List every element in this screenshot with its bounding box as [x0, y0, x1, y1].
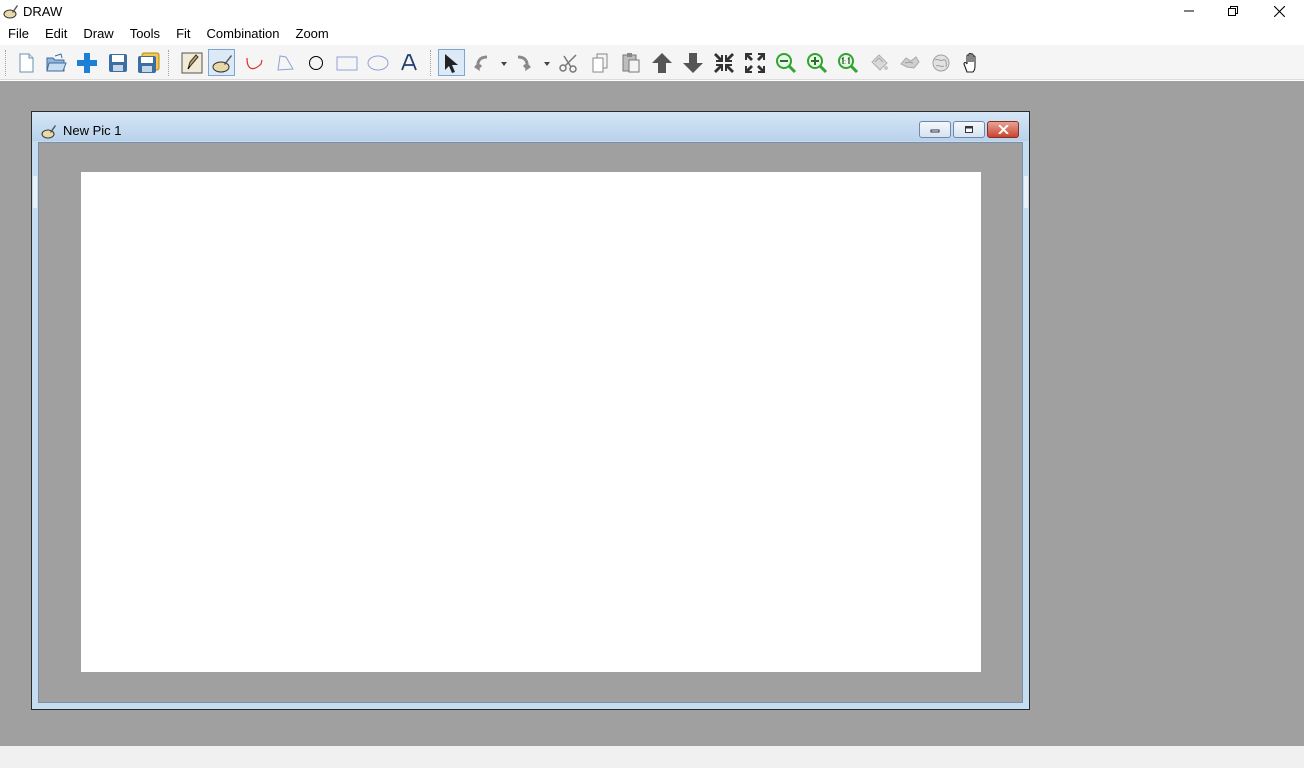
blur-icon	[899, 52, 921, 74]
restore-icon	[1228, 6, 1238, 16]
close-icon	[997, 122, 1009, 137]
ellipse-icon	[366, 52, 390, 74]
save-all-icon	[137, 52, 161, 74]
cut-icon	[558, 52, 580, 74]
maximize-icon	[964, 122, 974, 137]
pencil-icon	[181, 52, 203, 74]
ellipse-button[interactable]	[364, 49, 391, 76]
document-close-button[interactable]	[987, 121, 1019, 138]
brush-pot-icon	[211, 52, 233, 74]
document-maximize-button[interactable]	[953, 121, 985, 138]
fill-icon	[868, 52, 890, 74]
document-minimize-button[interactable]	[919, 121, 951, 138]
rectangle-button[interactable]	[333, 49, 360, 76]
app-title: DRAW	[23, 4, 63, 19]
paste-icon	[620, 52, 642, 74]
document-window: New Pic 1	[31, 111, 1030, 710]
draw-application: DRAW File Edit Draw Tools Fit Combinatio…	[0, 0, 1304, 768]
minimize-button[interactable]	[1166, 0, 1212, 22]
toolbar-separator	[430, 50, 432, 76]
zoom-out-button[interactable]	[772, 49, 799, 76]
shrink-button[interactable]	[710, 49, 737, 76]
toolbar-separator	[168, 50, 170, 76]
save-button[interactable]	[104, 49, 131, 76]
menu-file[interactable]: File	[0, 24, 37, 44]
window-edge-highlight	[33, 176, 37, 208]
save-icon	[107, 52, 129, 74]
select-arrow-icon	[441, 52, 463, 74]
pan-hand-button[interactable]	[958, 49, 985, 76]
document-title: New Pic 1	[63, 123, 122, 138]
undo-button[interactable]	[470, 49, 508, 76]
document-client-area	[38, 142, 1023, 703]
fill-button[interactable]	[865, 49, 892, 76]
new-button[interactable]	[12, 49, 39, 76]
minimize-icon	[930, 122, 940, 137]
redo-button[interactable]	[513, 49, 551, 76]
new-icon	[15, 52, 37, 74]
send-backward-button[interactable]	[679, 49, 706, 76]
paste-button[interactable]	[617, 49, 644, 76]
menu-fit[interactable]: Fit	[168, 24, 198, 44]
rectangle-icon	[335, 52, 359, 74]
undo-icon	[471, 52, 507, 74]
redo-icon	[514, 52, 550, 74]
menu-combination[interactable]: Combination	[199, 24, 288, 44]
polygon-icon	[274, 52, 296, 74]
status-bar	[0, 746, 1304, 768]
brush-pot-button[interactable]	[208, 49, 235, 76]
zoom-actual-size-icon	[837, 52, 859, 74]
menu-bar: File Edit Draw Tools Fit Combination Zoo…	[0, 24, 1304, 44]
send-backward-icon	[682, 52, 704, 74]
window-edge-highlight	[1024, 176, 1028, 208]
close-button[interactable]	[1256, 0, 1302, 22]
add-icon	[76, 52, 98, 74]
curve-icon	[243, 52, 265, 74]
zoom-in-button[interactable]	[803, 49, 830, 76]
curve-button[interactable]	[240, 49, 267, 76]
menu-edit[interactable]: Edit	[37, 24, 75, 44]
drawing-canvas[interactable]	[81, 172, 981, 672]
open-button[interactable]	[42, 49, 69, 76]
bring-forward-icon	[651, 52, 673, 74]
minimize-icon	[1184, 6, 1194, 16]
zoom-in-icon	[806, 52, 828, 74]
expand-icon	[744, 52, 766, 74]
menu-draw[interactable]: Draw	[75, 24, 121, 44]
document-logo-icon	[41, 123, 57, 139]
circle-button[interactable]	[302, 49, 329, 76]
blur-button[interactable]	[896, 49, 923, 76]
title-bar: DRAW	[0, 0, 1304, 22]
zoom-out-icon	[775, 52, 797, 74]
cut-button[interactable]	[555, 49, 582, 76]
globe-button[interactable]	[927, 49, 954, 76]
toolbar-grip	[5, 50, 7, 76]
open-icon	[45, 52, 67, 74]
zoom-actual-size-button[interactable]	[834, 49, 861, 76]
save-all-button[interactable]	[135, 49, 162, 76]
globe-icon	[930, 52, 952, 74]
expand-button[interactable]	[741, 49, 768, 76]
select-button[interactable]	[438, 49, 465, 76]
polygon-button[interactable]	[271, 49, 298, 76]
document-title-bar[interactable]	[32, 112, 1029, 141]
menu-zoom[interactable]: Zoom	[288, 24, 337, 44]
close-icon	[1273, 5, 1285, 17]
add-button[interactable]	[73, 49, 100, 76]
text-button[interactable]	[395, 49, 422, 76]
restore-button[interactable]	[1210, 0, 1256, 22]
copy-button[interactable]	[586, 49, 613, 76]
shrink-icon	[713, 52, 735, 74]
toolbar	[0, 45, 1304, 80]
circle-icon	[305, 52, 327, 74]
menu-tools[interactable]: Tools	[122, 24, 168, 44]
pan-hand-icon	[961, 52, 983, 74]
pencil-button[interactable]	[178, 49, 205, 76]
app-logo-icon	[3, 3, 19, 19]
text-icon	[398, 52, 420, 74]
bring-forward-button[interactable]	[648, 49, 675, 76]
copy-icon	[589, 52, 611, 74]
